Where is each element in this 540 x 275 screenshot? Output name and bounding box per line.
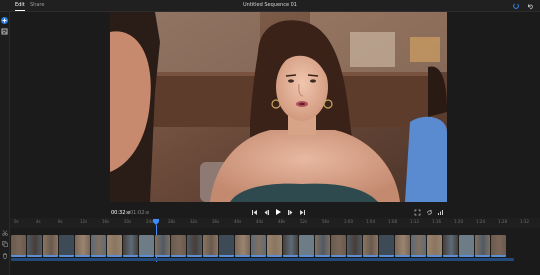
ruler-label: 8s bbox=[58, 219, 63, 224]
clip-thumbnail[interactable] bbox=[331, 235, 346, 257]
step-back-icon[interactable] bbox=[262, 208, 270, 216]
clip-thumbnail[interactable] bbox=[171, 235, 186, 257]
clip-thumbnail[interactable] bbox=[411, 235, 426, 257]
clip-thumbnail[interactable] bbox=[43, 235, 58, 257]
go-to-end-icon[interactable] bbox=[298, 208, 306, 216]
ruler-label: 48s bbox=[278, 219, 286, 224]
current-timecode: 00:32:e bbox=[111, 210, 131, 216]
ruler-label: 40s bbox=[234, 219, 242, 224]
clip-thumbnail[interactable] bbox=[267, 235, 282, 257]
media-icon[interactable] bbox=[1, 28, 8, 35]
ruler-label: 44s bbox=[256, 219, 264, 224]
sequence-title[interactable]: Untitled Sequence 01 bbox=[0, 2, 540, 8]
clip-thumbnail[interactable] bbox=[91, 235, 106, 257]
ruler-label: 1:08 bbox=[388, 219, 397, 224]
ruler-label: 56s bbox=[322, 219, 330, 224]
ruler-label: 52s bbox=[300, 219, 308, 224]
video-track[interactable] bbox=[11, 235, 514, 257]
clip-thumbnail[interactable] bbox=[427, 235, 442, 257]
clip-thumbnail[interactable] bbox=[27, 235, 42, 257]
ruler-label: 1:16 bbox=[432, 219, 441, 224]
timeline-empty-area bbox=[10, 262, 540, 275]
clip-thumbnail[interactable] bbox=[203, 235, 218, 257]
clip-thumbnail[interactable] bbox=[107, 235, 122, 257]
volume-icon[interactable] bbox=[437, 209, 444, 216]
top-bar: Edit Share Untitled Sequence 01 bbox=[0, 0, 540, 12]
clip-thumbnail[interactable] bbox=[139, 235, 154, 257]
clip-thumbnail[interactable] bbox=[219, 235, 234, 257]
play-icon[interactable] bbox=[274, 208, 282, 216]
ruler-label: 12s bbox=[80, 219, 88, 224]
ruler-label: 1:00 bbox=[344, 219, 353, 224]
clip-thumbnail[interactable] bbox=[395, 235, 410, 257]
clip-thumbnail[interactable] bbox=[283, 235, 298, 257]
copy-icon[interactable] bbox=[2, 241, 8, 247]
undo-icon[interactable] bbox=[526, 2, 534, 10]
ruler-label: 20s bbox=[124, 219, 132, 224]
trash-icon[interactable] bbox=[2, 253, 8, 259]
ruler-label: 1:12 bbox=[410, 219, 419, 224]
audio-track[interactable] bbox=[11, 258, 514, 261]
clip-thumbnail[interactable] bbox=[299, 235, 314, 257]
step-forward-icon[interactable] bbox=[286, 208, 294, 216]
clip-thumbnail[interactable] bbox=[235, 235, 250, 257]
ruler-label: 4s bbox=[36, 219, 41, 224]
video-frame bbox=[110, 12, 447, 202]
fit-icon[interactable] bbox=[414, 209, 421, 216]
ruler-label: 28s bbox=[168, 219, 176, 224]
clip-thumbnail[interactable] bbox=[443, 235, 458, 257]
ruler-label: 0s bbox=[14, 219, 19, 224]
clip-thumbnail[interactable] bbox=[123, 235, 138, 257]
ruler-label: 36s bbox=[212, 219, 220, 224]
video-preview[interactable] bbox=[110, 12, 447, 202]
timeline-tools bbox=[0, 228, 10, 275]
ruler-label: 1:28 bbox=[498, 219, 507, 224]
clip-thumbnail[interactable] bbox=[251, 235, 266, 257]
clip-thumbnail[interactable] bbox=[347, 235, 362, 257]
clip-thumbnail[interactable] bbox=[475, 235, 490, 257]
clip-thumbnail[interactable] bbox=[155, 235, 170, 257]
total-duration: 01:02:e bbox=[130, 210, 150, 216]
add-icon[interactable] bbox=[1, 17, 8, 24]
clip-thumbnail[interactable] bbox=[75, 235, 90, 257]
loop-icon[interactable] bbox=[426, 209, 433, 216]
clip-thumbnail[interactable] bbox=[379, 235, 394, 257]
scissors-icon[interactable] bbox=[2, 230, 8, 236]
clip-thumbnail[interactable] bbox=[11, 235, 26, 257]
ruler-label: 1:04 bbox=[366, 219, 375, 224]
clip-thumbnail[interactable] bbox=[59, 235, 74, 257]
transport-controls bbox=[250, 208, 306, 218]
sync-status-icon[interactable] bbox=[512, 2, 520, 10]
clip-thumbnail[interactable] bbox=[315, 235, 330, 257]
clip-thumbnail[interactable] bbox=[459, 235, 474, 257]
clip-thumbnail[interactable] bbox=[491, 235, 506, 257]
ruler-label: 16s bbox=[102, 219, 110, 224]
ruler-label: 1:32 bbox=[520, 219, 529, 224]
ruler-label: 1:20 bbox=[454, 219, 463, 224]
go-to-start-icon[interactable] bbox=[250, 208, 258, 216]
timeline-ruler[interactable]: 0s 4s 8s 12s 16s 20s 24s 28s 32s 36s 40s 44s 48s 52s 5… bbox=[10, 218, 540, 228]
clip-thumbnail[interactable] bbox=[187, 235, 202, 257]
clip-thumbnail[interactable] bbox=[363, 235, 378, 257]
ruler-label: 32s bbox=[190, 219, 198, 224]
ruler-label: 1:24 bbox=[476, 219, 485, 224]
